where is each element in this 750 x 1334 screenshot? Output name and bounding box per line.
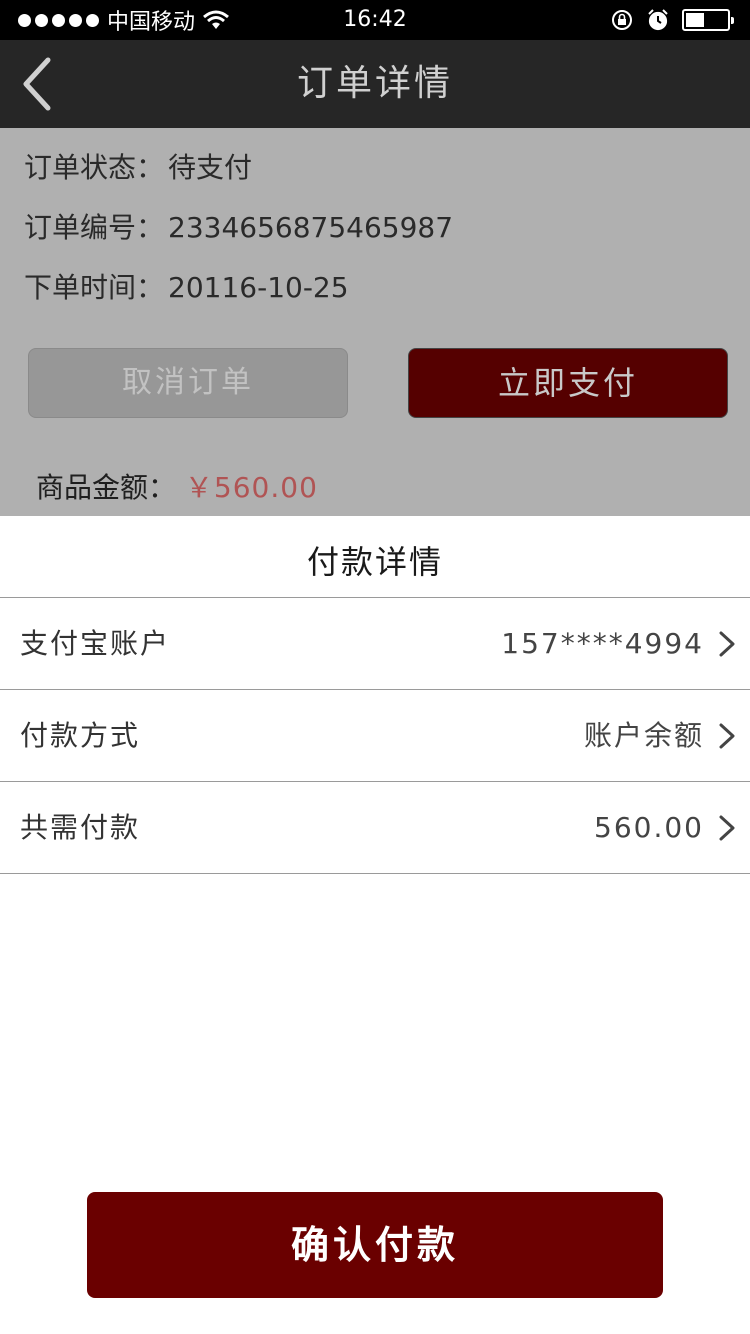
order-time-label: 下单时间： — [24, 271, 165, 304]
status-bar: 中国移动 16:42 — [0, 0, 750, 40]
confirm-payment-button[interactable]: 确认付款 — [87, 1192, 663, 1298]
sheet-title: 付款详情 — [0, 516, 750, 598]
chevron-right-icon — [719, 723, 735, 749]
total-payment-value: 560.00 — [594, 811, 704, 844]
rotation-lock-icon — [612, 10, 632, 30]
order-status-value: 待支付 — [168, 151, 253, 184]
total-payment-label: 共需付款 — [20, 811, 141, 844]
page-title: 订单详情 — [296, 63, 453, 104]
alipay-account-value: 157****4994 — [501, 627, 704, 660]
order-number-row: 订单编号： 2334656875465987 — [24, 208, 453, 248]
alipay-account-row[interactable]: 支付宝账户 157****4994 — [0, 598, 750, 690]
order-time-row: 下单时间： 20116-10-25 — [24, 268, 349, 308]
goods-amount-label: 商品金额： — [36, 471, 177, 504]
chevron-right-icon — [719, 815, 735, 841]
nav-bar: 订单详情 — [0, 40, 750, 128]
battery-fill — [686, 13, 704, 27]
pay-now-button[interactable]: 立即支付 — [408, 348, 728, 418]
payment-method-label: 付款方式 — [20, 719, 141, 752]
order-info-section: 订单状态： 待支付 订单编号： 2334656875465987 下单时间： 2011… — [0, 128, 750, 516]
status-right — [610, 8, 734, 32]
goods-amount-value: ￥560.00 — [184, 471, 318, 504]
order-time-value: 20116-10-25 — [168, 271, 349, 304]
order-status-label: 订单状态： — [24, 151, 165, 184]
alarm-icon — [648, 9, 668, 31]
cancel-order-button[interactable]: 取消订单 — [28, 348, 348, 418]
alipay-account-label: 支付宝账户 — [20, 627, 171, 660]
order-status-row: 订单状态： 待支付 — [24, 148, 252, 188]
goods-amount-row: 商品金额： ￥560.00 — [36, 468, 318, 508]
chevron-right-icon — [719, 631, 735, 657]
payment-details-sheet: 付款详情 支付宝账户 157****4994 付款方式 账户余额 共需付款 56… — [0, 516, 750, 1334]
payment-method-row[interactable]: 付款方式 账户余额 — [0, 690, 750, 782]
order-number-label: 订单编号： — [24, 211, 165, 244]
battery-icon — [682, 9, 734, 31]
total-payment-row[interactable]: 共需付款 560.00 — [0, 782, 750, 874]
payment-method-value: 账户余额 — [583, 719, 704, 752]
order-number-value: 2334656875465987 — [168, 211, 454, 244]
